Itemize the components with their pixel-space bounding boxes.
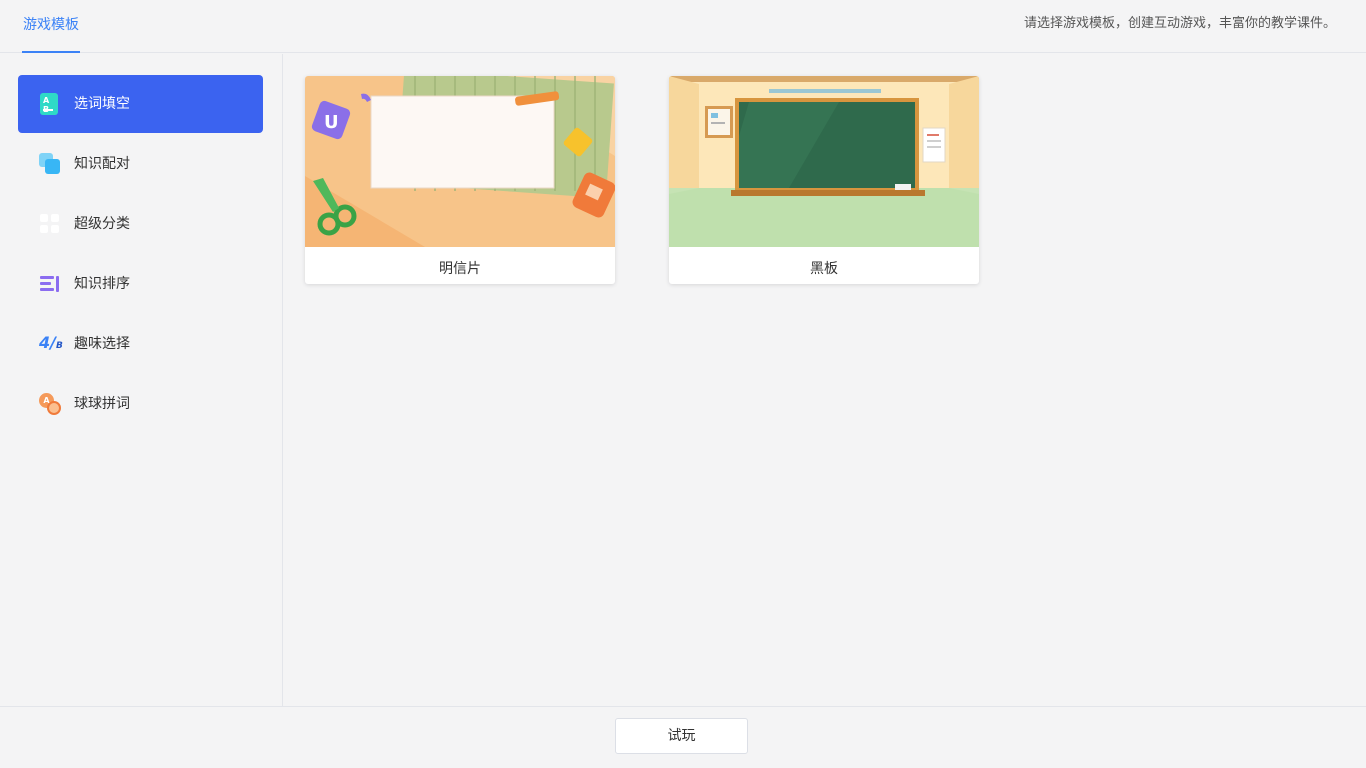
template-card-postcard[interactable]: U 明信片 xyxy=(305,76,615,284)
svg-text:U: U xyxy=(324,112,339,133)
postcard-thumbnail: U xyxy=(305,76,615,247)
header-bar: 游戏模板 请选择游戏模板，创建互动游戏，丰富你的教学课件。 xyxy=(0,0,1366,53)
sidebar-item-sort[interactable]: 知识排序 xyxy=(18,255,263,313)
sidebar-item-fill-blank[interactable]: A B 选词填空 xyxy=(18,75,263,133)
sidebar-item-label: 球球拼词 xyxy=(74,396,130,412)
try-play-button[interactable]: 试玩 xyxy=(615,718,748,754)
template-card-blackboard[interactable]: 黑板 xyxy=(669,76,979,284)
ab-choice-icon: 4/B xyxy=(39,333,63,352)
blackboard-thumbnail xyxy=(669,76,979,247)
sidebar-item-label: 趣味选择 xyxy=(74,336,130,352)
sidebar-item-pairing[interactable]: 知识配对 xyxy=(18,135,263,193)
pairing-icon xyxy=(39,153,61,175)
classify-grid-icon xyxy=(39,213,61,235)
sidebar: A B 选词填空 知识配对 超级分类 知识排序 4/B 趣味选择 A xyxy=(0,54,283,706)
fill-blank-icon: A B xyxy=(39,93,61,115)
sidebar-item-choice[interactable]: 4/B 趣味选择 xyxy=(18,315,263,373)
sort-icon xyxy=(39,273,61,295)
sidebar-item-classify[interactable]: 超级分类 xyxy=(18,195,263,253)
sidebar-item-label: 超级分类 xyxy=(74,216,130,232)
footer-bar: 试玩 xyxy=(0,706,1366,768)
template-card-title: 明信片 xyxy=(439,261,481,277)
sidebar-item-label: 知识配对 xyxy=(74,156,130,172)
header-hint-text: 请选择游戏模板，创建互动游戏，丰富你的教学课件。 xyxy=(1023,16,1336,31)
template-gallery: U 明信片 黑板 xyxy=(284,54,1366,706)
tab-game-templates[interactable]: 游戏模板 xyxy=(22,0,80,53)
template-card-title: 黑板 xyxy=(810,261,838,277)
sidebar-item-label: 知识排序 xyxy=(74,276,130,292)
sidebar-item-ball-word[interactable]: A 球球拼词 xyxy=(18,375,263,433)
sidebar-item-label: 选词填空 xyxy=(74,96,130,112)
ball-word-icon: A xyxy=(39,393,61,415)
